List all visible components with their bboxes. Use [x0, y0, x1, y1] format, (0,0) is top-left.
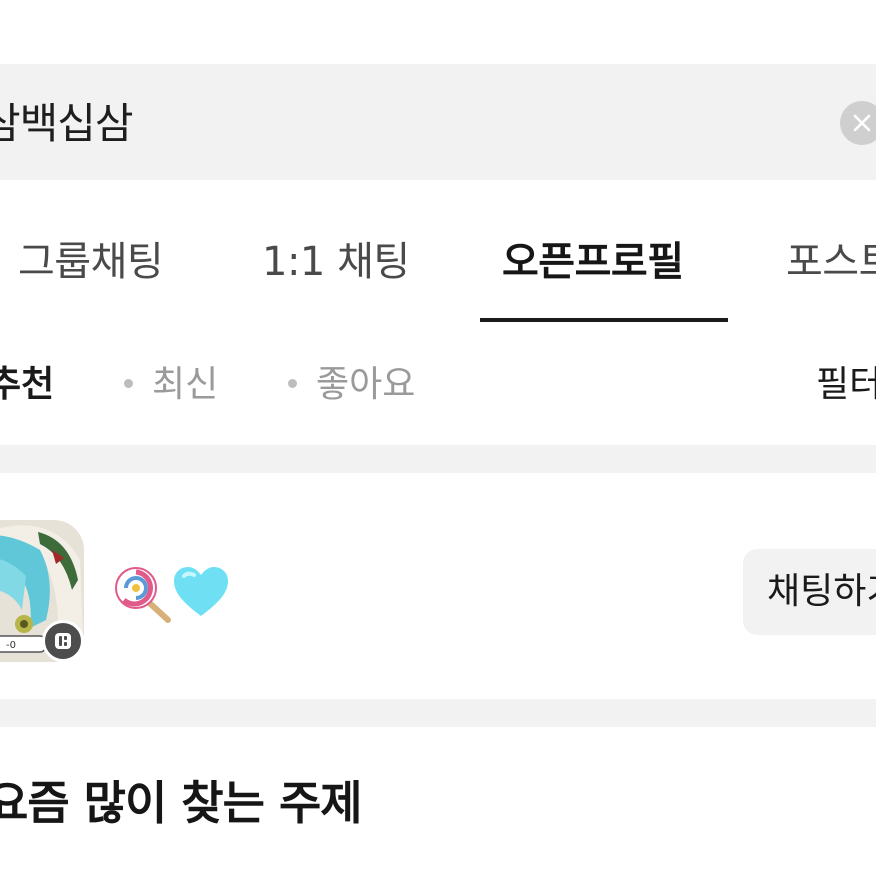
svg-text:-0: -0 — [6, 640, 16, 651]
open-profile-badge — [42, 620, 84, 662]
sort-separator-dot — [124, 379, 133, 388]
chat-button-label: 채팅하기 — [767, 571, 876, 612]
trending-topics-title: 요즘 많이 찾는 주제 — [0, 776, 363, 830]
filter-button[interactable]: 필터 — [816, 358, 876, 412]
tab-post[interactable]: 포스트 — [786, 232, 876, 292]
lollipop-emoji — [115, 567, 171, 623]
sort-likes[interactable]: 좋아요 — [316, 358, 415, 412]
search-query[interactable]: 삼백십삼 — [0, 96, 134, 152]
close-icon — [853, 114, 871, 132]
tab-open-profile[interactable]: 오픈프로필 — [502, 232, 684, 292]
open-chat-search-screen: 삼백십삼 그룹채팅 1:1 채팅 오픈프로필 포스트 추천 최신 좋아요 필터 … — [0, 0, 876, 876]
tab-one-on-one-chat[interactable]: 1:1 채팅 — [262, 232, 410, 292]
clear-search-button[interactable] — [840, 101, 876, 145]
active-tab-indicator — [480, 318, 728, 322]
sort-separator-dot — [288, 379, 297, 388]
tab-group-chat[interactable]: 그룹채팅 — [18, 232, 164, 292]
section-divider — [0, 699, 876, 727]
open-profile-badge-icon — [55, 633, 71, 649]
chat-button[interactable]: 채팅하기 — [743, 549, 876, 635]
section-divider — [0, 445, 876, 473]
light-blue-heart-emoji — [174, 567, 228, 616]
sort-recommended[interactable]: 추천 — [0, 358, 54, 412]
sort-latest[interactable]: 최신 — [152, 358, 218, 412]
